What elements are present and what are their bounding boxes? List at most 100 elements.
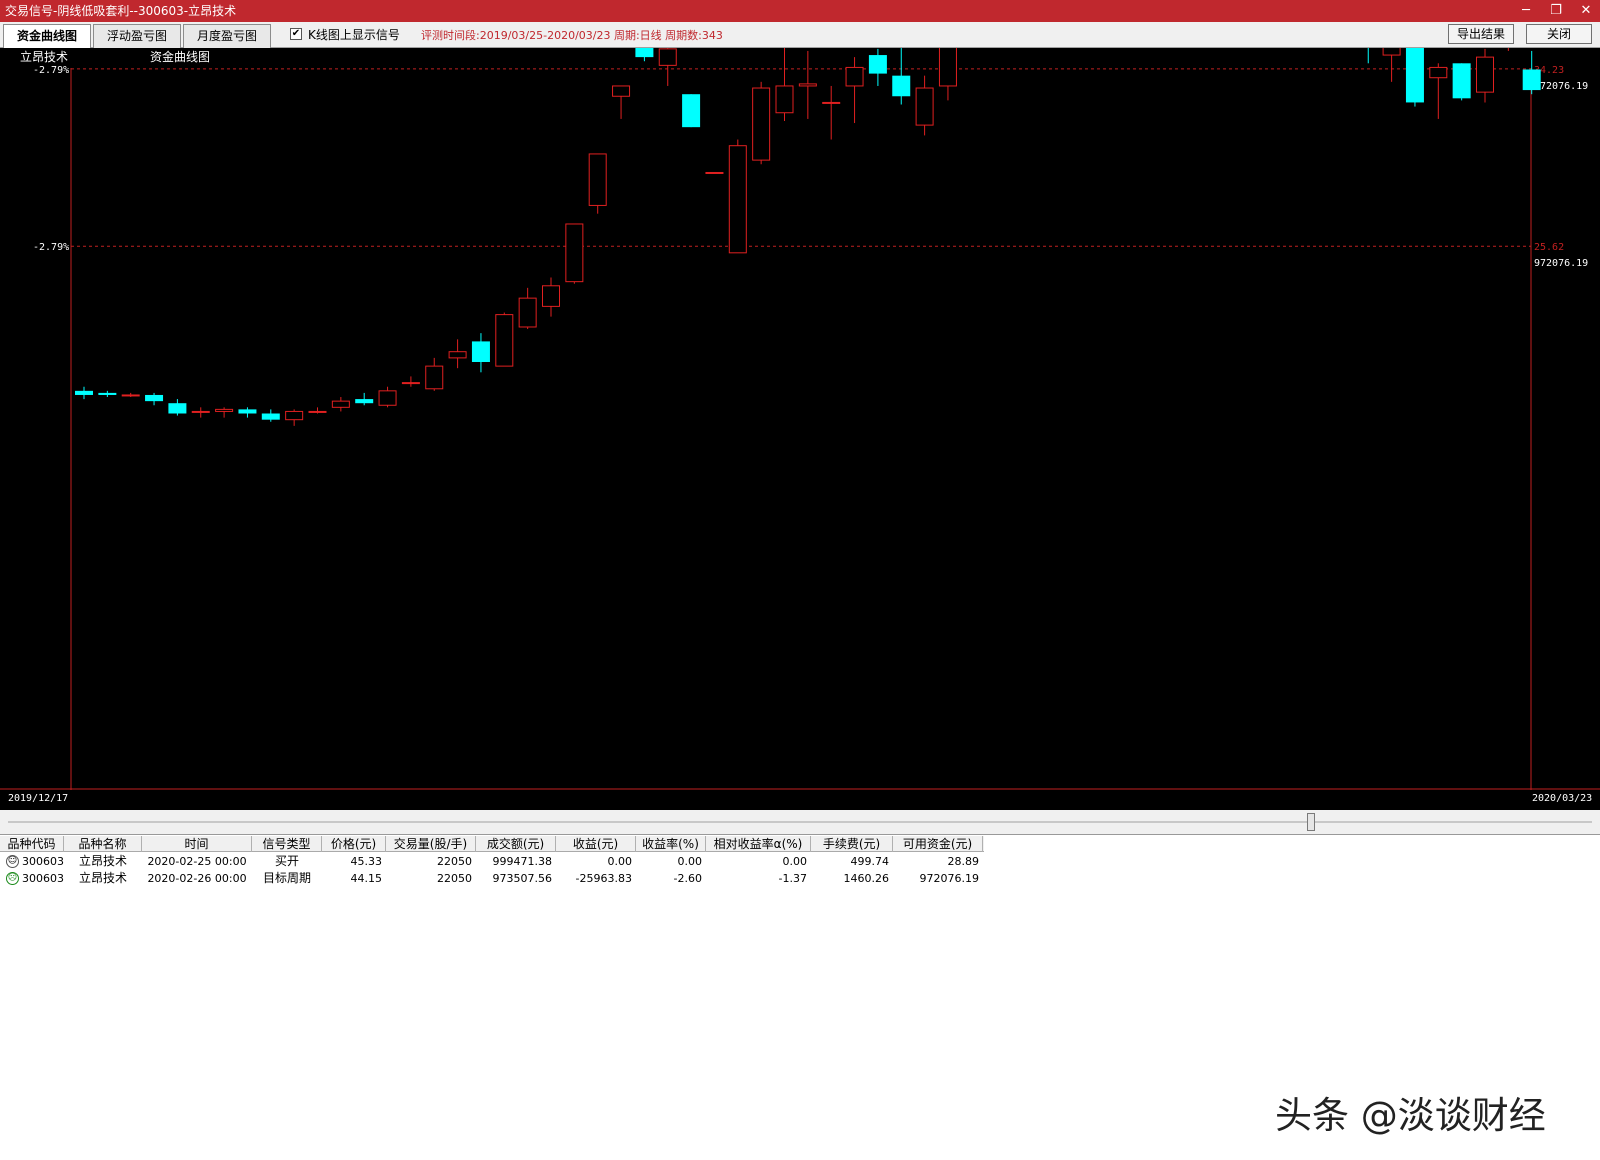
candle	[868, 48, 887, 86]
window-controls: ─ ❐ ✕	[1518, 0, 1594, 22]
scroll-thumb[interactable]	[1307, 813, 1315, 831]
close-icon[interactable]: ✕	[1578, 0, 1594, 22]
col-amount[interactable]: 成交额(元)	[476, 836, 556, 852]
candle-body-up	[822, 101, 841, 104]
candle-body-up	[518, 297, 537, 328]
chart-canvas[interactable]: 立昂技术 资金曲线图 -2.79%42.85972076.19-2.79%34.…	[0, 48, 1600, 810]
candle-body-down	[1452, 63, 1471, 99]
col-fee[interactable]: 手续费(元)	[811, 836, 893, 852]
candle-body-down	[145, 394, 164, 402]
candle	[635, 48, 654, 62]
candle	[401, 376, 420, 387]
candle-body-down	[471, 341, 490, 362]
cell-rate: 0.00	[677, 855, 703, 868]
candlestick-chart[interactable]: 立昂技术 资金曲线图 -2.79%42.85972076.19-2.79%34.…	[0, 48, 1600, 810]
cell-price: 45.33	[350, 855, 383, 868]
candle-body-up	[565, 223, 584, 283]
chart-type-label: 资金曲线图	[150, 49, 210, 64]
minimize-icon[interactable]: ─	[1518, 0, 1534, 22]
watermark-text: 头条 @淡谈财经	[1275, 1094, 1546, 1137]
candle	[471, 333, 490, 373]
candle	[798, 50, 817, 119]
table-row[interactable]: ☺ 300603 立昂技术 2020-02-25 00:00 买开 45.33 …	[0, 853, 984, 870]
stock-name-label: 立昂技术	[20, 49, 68, 64]
candle-body-up	[705, 171, 724, 174]
cell-name: 立昂技术	[78, 871, 127, 885]
window-titlebar: 交易信号-阴线低吸套利--300603-立昂技术 ─ ❐ ✕	[0, 0, 1600, 22]
candle-body-up	[798, 83, 817, 87]
candle	[705, 171, 724, 174]
col-profit[interactable]: 收益(元)	[556, 836, 636, 852]
export-button[interactable]: 导出结果	[1448, 24, 1514, 44]
candle	[1429, 63, 1448, 119]
cell-rate: -2.60	[673, 872, 702, 885]
col-signal[interactable]: 信号类型	[252, 836, 322, 852]
col-time[interactable]: 时间	[142, 836, 252, 852]
candle-body-down	[75, 390, 93, 395]
candle	[1507, 48, 1509, 51]
window-title: 交易信号-阴线低吸套利--300603-立昂技术	[5, 4, 237, 18]
candle-body-down	[261, 413, 280, 420]
candle-body-up	[588, 153, 607, 206]
candle	[728, 139, 747, 254]
candle-body-down	[868, 55, 887, 74]
col-volume[interactable]: 交易量(股/手)	[386, 836, 476, 852]
eval-period-info: 评测时间段:2019/03/25-2020/03/23 周期:日线 周期数:34…	[421, 29, 723, 42]
candle	[285, 409, 304, 426]
col-code[interactable]: 品种代码	[0, 836, 64, 852]
candle	[682, 94, 701, 128]
candle-body-up	[658, 48, 677, 66]
cell-time: 2020-02-25 00:00	[147, 855, 247, 868]
smile-face-icon: ☺	[6, 855, 19, 868]
right-axis-capital-label: 972076.19	[1534, 81, 1588, 92]
candle-body-up	[775, 85, 794, 114]
candle-body-up	[448, 351, 467, 359]
candle	[775, 48, 794, 121]
candle	[565, 223, 584, 284]
cell-alpha: 0.00	[782, 855, 808, 868]
col-alpha[interactable]: 相对收益率α(%)	[706, 836, 811, 852]
candle	[191, 407, 210, 418]
show-signal-label: K线图上显示信号	[308, 28, 400, 42]
col-price[interactable]: 价格(元)	[322, 836, 386, 852]
candle-body-up	[425, 365, 444, 390]
restore-icon[interactable]: ❐	[1548, 0, 1564, 22]
candle-body-up	[121, 394, 140, 397]
cell-fee: 1460.26	[843, 872, 890, 885]
candle	[448, 339, 467, 369]
table-row[interactable]: ☹ 300603 立昂技术 2020-02-26 00:00 目标周期 44.1…	[0, 870, 984, 887]
cell-volume: 22050	[437, 872, 472, 885]
scroll-track[interactable]	[8, 821, 1592, 823]
candle-body-up	[495, 314, 514, 367]
candle	[308, 407, 327, 414]
col-name[interactable]: 品种名称	[64, 836, 142, 852]
cell-signal: 目标周期	[262, 871, 311, 885]
candle	[845, 57, 864, 124]
candle	[1405, 48, 1424, 107]
col-capital[interactable]: 可用资金(元)	[893, 836, 983, 852]
candle	[752, 81, 771, 165]
col-rate[interactable]: 收益率(%)	[636, 836, 706, 852]
candle	[238, 407, 257, 418]
candle	[495, 312, 514, 367]
candle	[822, 85, 841, 140]
candle	[1382, 48, 1401, 82]
candle-body-up	[378, 390, 397, 406]
candle-body-up	[752, 87, 771, 161]
candle-body-up	[915, 87, 934, 126]
show-signal-checkbox[interactable]: ✔	[290, 28, 302, 40]
candle	[588, 153, 607, 214]
candle	[331, 397, 350, 412]
candle-body-down	[682, 94, 701, 128]
chart-scrollbar[interactable]	[0, 810, 1600, 834]
right-axis-price-label: 25.62	[1534, 242, 1564, 253]
close-button[interactable]: 关闭	[1526, 24, 1592, 44]
candle	[168, 399, 187, 416]
candle	[892, 48, 911, 105]
tab-monthly-pnl[interactable]: 月度盈亏图	[183, 24, 271, 48]
tab-floating-pnl[interactable]: 浮动盈亏图	[93, 24, 181, 48]
tab-capital-curve[interactable]: 资金曲线图	[3, 24, 91, 49]
candle-body-up	[401, 382, 420, 385]
candle-body-down	[355, 399, 374, 404]
candle-body-up	[845, 66, 864, 87]
